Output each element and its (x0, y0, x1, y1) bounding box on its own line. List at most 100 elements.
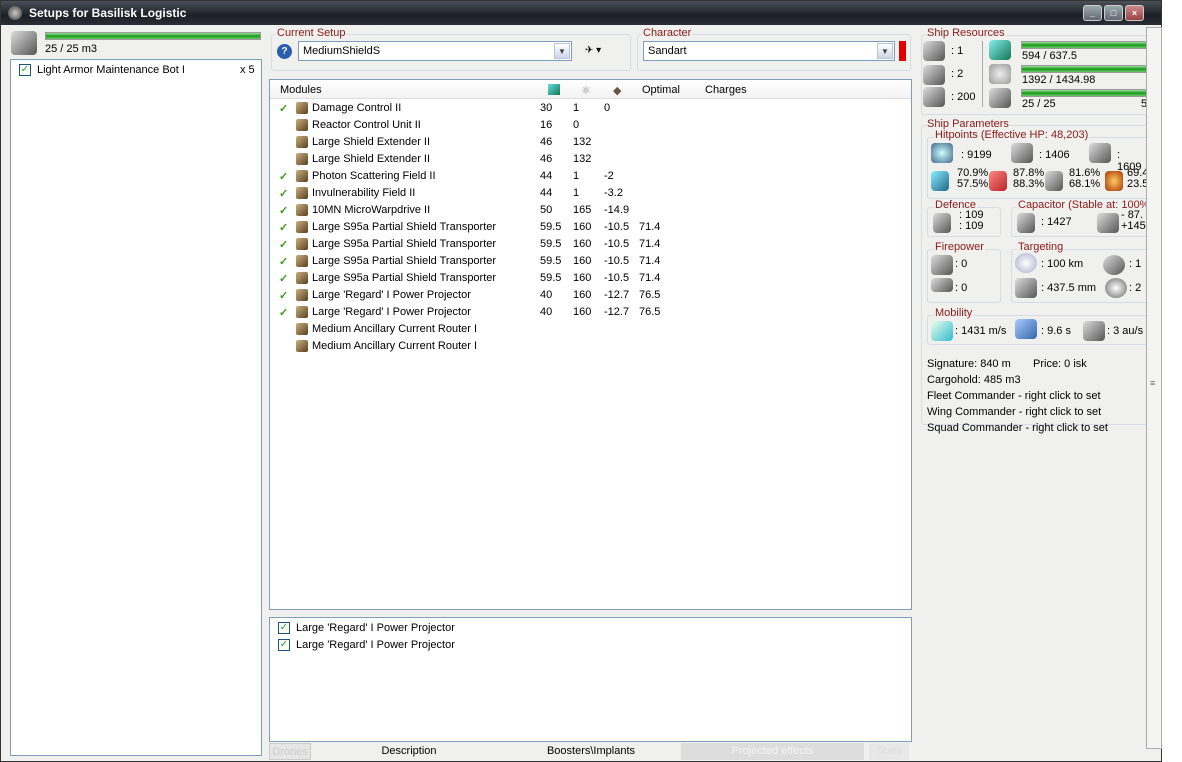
chevron-down-icon[interactable]: ▼ (554, 43, 570, 59)
missile-dps: : 0 (955, 282, 968, 294)
module-row[interactable]: Medium Ancillary Current Router I (270, 338, 911, 355)
title-bar: Setups for Basilisk Logistic _ □ × (1, 1, 1161, 25)
module-icon (296, 221, 308, 233)
fleet-commander[interactable]: Fleet Commander - right click to set (927, 390, 1101, 402)
chevron-down-icon[interactable]: ▼ (877, 43, 893, 59)
active-check-icon[interactable]: ✓ (279, 289, 288, 302)
projected-checkbox[interactable]: ✓ (278, 639, 290, 651)
module-cpu: 46 (540, 153, 553, 165)
active-check-icon[interactable]: ✓ (279, 255, 288, 268)
current-setup-label: Current Setup (276, 27, 347, 39)
module-row[interactable]: ✓ Damage Control II 30 1 0 (270, 100, 911, 117)
projected-list[interactable]: ✓ Large 'Regard' I Power Projector ✓ Lar… (269, 617, 912, 742)
tab-description[interactable]: Description (359, 743, 459, 760)
module-row[interactable]: ✓ 10MN MicroWarpdrive II 50 165 -14.9 (270, 202, 911, 219)
module-optimal: 71.4 (639, 255, 661, 267)
drone-list[interactable]: ✓ Light Armor Maintenance Bot I x 5 (10, 59, 262, 756)
module-row[interactable]: ✓ Large S95a Partial Shield Transporter 59… (270, 270, 911, 287)
module-cpu: 30 (540, 102, 553, 114)
sensor-strength-icon (1105, 278, 1127, 298)
capacitor-amount: : 1427 (1041, 216, 1072, 228)
modules-list[interactable]: Modules ⚛ ◆ Optimal Charges ✓ Damage Cont… (269, 79, 912, 610)
module-capacitor: -10.5 (604, 238, 630, 250)
squad-commander[interactable]: Squad Commander - right click to set (927, 422, 1108, 434)
active-check-icon[interactable]: ✓ (279, 272, 288, 285)
cpu-icon[interactable] (548, 84, 560, 95)
module-capacitor: -12.7 (604, 306, 630, 318)
module-row[interactable]: ✓ Invulnerability Field II 44 1 -3.2 (270, 185, 911, 202)
drone-bandwidth-text: 25 / 25 (1022, 98, 1056, 110)
module-powergrid: 160 (573, 272, 592, 284)
module-capacitor: -10.5 (604, 221, 630, 233)
projected-item[interactable]: ✓ Large 'Regard' I Power Projector (270, 620, 911, 637)
module-row[interactable]: Large Shield Extender II 46 132 (270, 134, 911, 151)
tab-drones[interactable]: Drones (269, 743, 311, 760)
tab-projected-effects[interactable]: Projected effects (681, 743, 864, 760)
powergrid-icon (989, 64, 1011, 84)
drone-bay-text: 25 / 25 m3 (45, 43, 97, 55)
module-row[interactable]: ✓ Large S95a Partial Shield Transporter 59… (270, 253, 911, 270)
col-modules[interactable]: Modules (280, 84, 322, 96)
module-row[interactable]: ✓ Large S95a Partial Shield Transporter 59… (270, 219, 911, 236)
capacitor-icon[interactable]: ◆ (613, 84, 621, 97)
module-powergrid: 1 (573, 187, 580, 199)
active-check-icon[interactable]: ✓ (279, 306, 288, 319)
ship-menu-button[interactable]: ✈ ▾ (585, 45, 601, 56)
maximize-button[interactable]: □ (1104, 5, 1123, 21)
module-row[interactable]: ✓ Large 'Regard' I Power Projector 40 160 -1… (270, 304, 911, 321)
tab-boosters-implants[interactable]: Boosters\Implants (531, 743, 651, 760)
projected-item[interactable]: ✓ Large 'Regard' I Power Projector (270, 637, 911, 654)
col-optimal[interactable]: Optimal (642, 84, 680, 96)
range-icon (1015, 253, 1037, 273)
module-cpu: 59.5 (540, 272, 562, 284)
module-row[interactable]: ✓ Photon Scattering Field II 44 1 -2 (270, 168, 911, 185)
projected-checkbox[interactable]: ✓ (278, 622, 290, 634)
close-button[interactable]: × (1125, 5, 1144, 21)
minimize-button[interactable]: _ (1083, 5, 1102, 21)
resources-label: Ship Resources (926, 27, 1006, 39)
character-select[interactable]: Sandart ▼ (643, 41, 895, 61)
thermal-resist-icon (989, 171, 1007, 191)
powergrid-icon[interactable]: ⚛ (581, 84, 591, 97)
module-row[interactable]: Reactor Control Unit II 16 0 (270, 117, 911, 134)
defence-icon (933, 213, 951, 233)
active-check-icon[interactable]: ✓ (279, 204, 288, 217)
active-check-icon[interactable]: ✓ (279, 238, 288, 251)
active-check-icon[interactable]: ✓ (279, 221, 288, 234)
capacitor-delta: - 87. +145 (1121, 209, 1146, 232)
drone-item[interactable]: ✓ Light Armor Maintenance Bot I x 5 (11, 62, 261, 79)
help-icon[interactable]: ? (277, 44, 292, 59)
drone-checkbox[interactable]: ✓ (19, 64, 31, 76)
module-icon (296, 119, 308, 131)
module-powergrid: 1 (573, 170, 580, 182)
drone-qty: x 5 (240, 64, 255, 76)
setup-select[interactable]: MediumShieldS ▼ (298, 41, 572, 61)
stats-scrollbar[interactable]: ≡ (1146, 27, 1162, 749)
scroll-grip-icon[interactable]: ≡ (1150, 378, 1155, 388)
module-cpu: 50 (540, 204, 553, 216)
module-row[interactable]: Medium Ancillary Current Router I (270, 321, 911, 338)
wing-commander[interactable]: Wing Commander - right click to set (927, 406, 1101, 418)
active-check-icon[interactable]: ✓ (279, 187, 288, 200)
defence-values: : 109: 109 (959, 209, 984, 232)
module-row[interactable]: ✓ Large S95a Partial Shield Transporter 59… (270, 236, 911, 253)
module-cpu: 44 (540, 170, 553, 182)
capacitor-recharge-icon (1097, 213, 1119, 233)
module-optimal: 76.5 (639, 289, 661, 301)
module-name: Medium Ancillary Current Router I (312, 323, 478, 335)
max-speed: : 1431 m/s (955, 325, 1007, 337)
projected-name: Large 'Regard' I Power Projector (296, 622, 455, 634)
cpu-text: 594 / 637.5 (1022, 50, 1078, 62)
em-resist: 70.9% 57.5% (957, 167, 989, 190)
module-icon (296, 323, 308, 335)
active-check-icon[interactable]: ✓ (279, 102, 288, 115)
modules-header: Modules ⚛ ◆ Optimal Charges (270, 80, 911, 99)
col-charges[interactable]: Charges (705, 84, 747, 96)
module-cpu: 40 (540, 289, 553, 301)
active-check-icon[interactable]: ✓ (279, 170, 288, 183)
tab-stats[interactable]: Stats (869, 743, 909, 760)
module-icon (296, 306, 308, 318)
module-row[interactable]: ✓ Large 'Regard' I Power Projector 40 160 -1… (270, 287, 911, 304)
price: Price: 0 isk (1033, 358, 1087, 370)
module-row[interactable]: Large Shield Extender II 46 132 (270, 151, 911, 168)
